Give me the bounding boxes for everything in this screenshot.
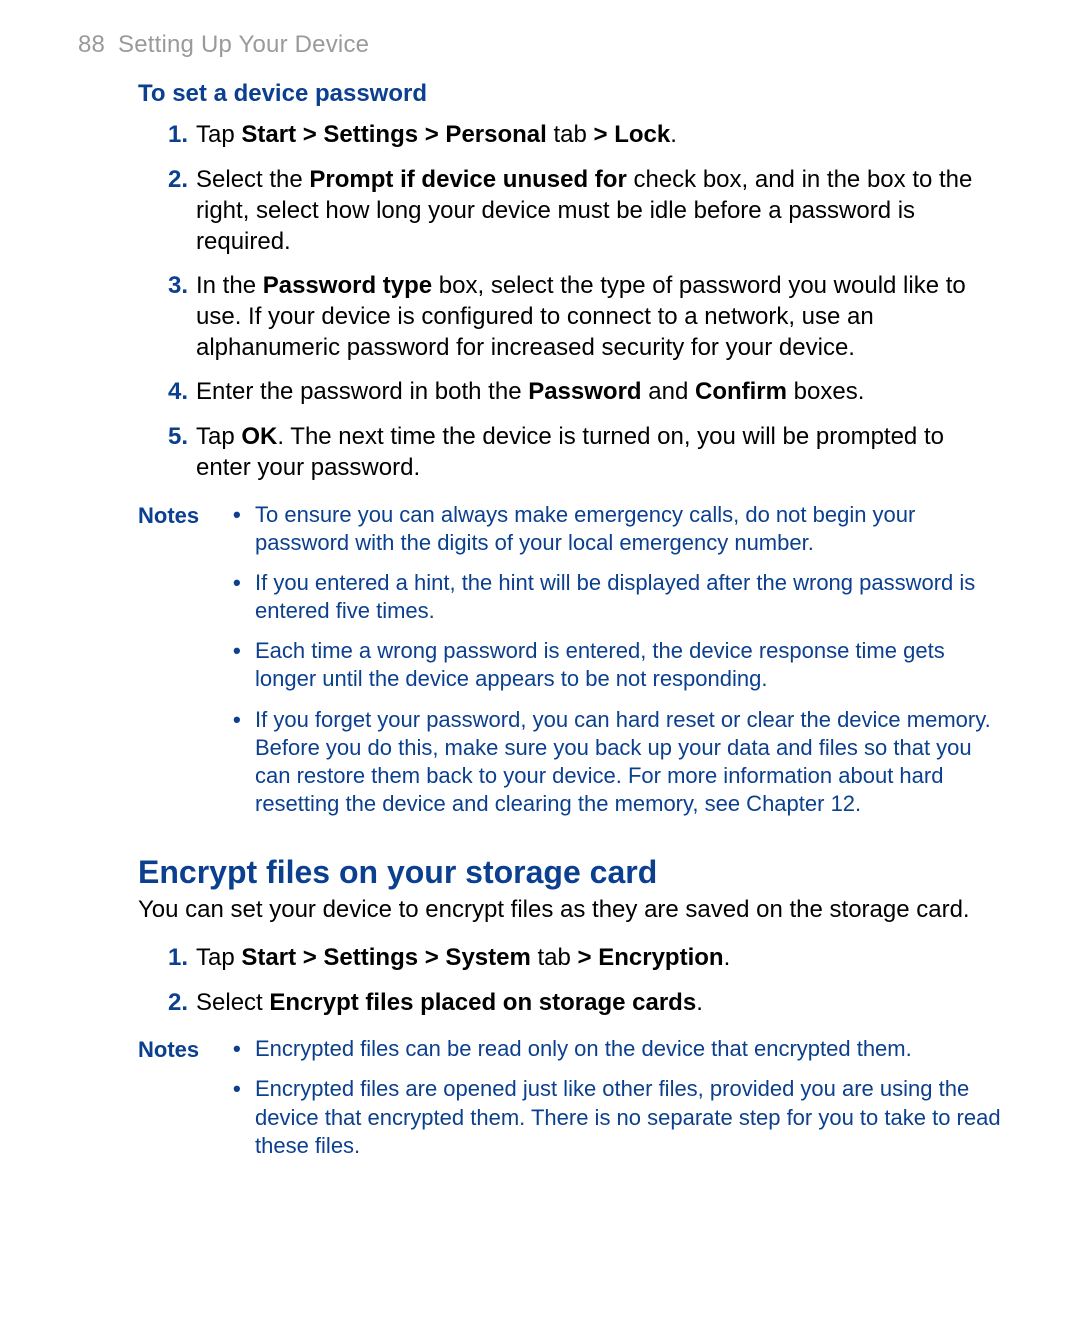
- bold-text: Password type: [263, 272, 432, 299]
- step-item: 1. Tap Start > Settings > System tab > En…: [78, 936, 1002, 981]
- bold-text: Password: [528, 378, 641, 405]
- step-text: Tap Start > Settings > System tab > Encr…: [196, 944, 730, 971]
- procedure-steps-1: 1. Tap Start > Settings > Personal tab > …: [78, 113, 1002, 490]
- step-number: 2.: [158, 988, 188, 1019]
- note-item: If you entered a hint, the hint will be …: [233, 569, 1002, 637]
- bold-text: Confirm: [695, 378, 787, 405]
- step-item: 2. Select the Prompt if device unused for…: [78, 158, 1002, 264]
- step-text: Select Encrypt files placed on storage c…: [196, 989, 703, 1016]
- running-header: 88 Setting Up Your Device: [78, 30, 1002, 61]
- notes-list-2: Encrypted files can be read only on the …: [233, 1035, 1002, 1172]
- page: 88 Setting Up Your Device To set a devic…: [0, 0, 1080, 1250]
- note-item: Each time a wrong password is entered, t…: [233, 637, 1002, 705]
- step-item: 4. Enter the password in both the Passwor…: [78, 370, 1002, 415]
- step-text: In the Password type box, select the typ…: [196, 272, 966, 360]
- section-intro-encrypt: You can set your device to encrypt files…: [138, 895, 1002, 926]
- step-number: 1.: [158, 120, 188, 151]
- chapter-title: Setting Up Your Device: [118, 31, 369, 58]
- bold-text: Encrypt files placed on storage cards: [269, 989, 696, 1016]
- note-item: If you forget your password, you can har…: [233, 706, 1002, 831]
- bold-text: OK: [241, 423, 277, 450]
- procedure-steps-2: 1. Tap Start > Settings > System tab > En…: [78, 936, 1002, 1025]
- bold-text: Start > Settings > Personal: [241, 121, 546, 148]
- step-number: 4.: [158, 377, 188, 408]
- note-item: Encrypted files can be read only on the …: [233, 1035, 1002, 1075]
- procedure-title-1: To set a device password: [138, 79, 1002, 110]
- step-number: 3.: [158, 271, 188, 302]
- step-text: Tap Start > Settings > Personal tab > Lo…: [196, 121, 677, 148]
- notes-label-2: Notes: [138, 1035, 233, 1172]
- bold-text: Start > Settings > System: [241, 944, 530, 971]
- bold-text: > Lock: [594, 121, 671, 148]
- step-text: Enter the password in both the Password …: [196, 378, 864, 405]
- notes-list-1: To ensure you can always make emergency …: [233, 501, 1002, 831]
- step-number: 2.: [158, 165, 188, 196]
- note-item: Encrypted files are opened just like oth…: [233, 1075, 1002, 1171]
- note-item: To ensure you can always make emergency …: [233, 501, 1002, 569]
- bold-text: Prompt if device unused for: [309, 166, 626, 193]
- step-item: 1. Tap Start > Settings > Personal tab > …: [78, 113, 1002, 158]
- step-item: 3. In the Password type box, select the t…: [78, 264, 1002, 370]
- step-number: 5.: [158, 422, 188, 453]
- notes-block-1: Notes To ensure you can always make emer…: [138, 501, 1002, 831]
- step-text: Select the Prompt if device unused for c…: [196, 166, 972, 254]
- step-item: 2. Select Encrypt files placed on storage…: [78, 981, 1002, 1026]
- step-text: Tap OK. The next time the device is turn…: [196, 423, 944, 481]
- notes-block-2: Notes Encrypted files can be read only o…: [138, 1035, 1002, 1172]
- page-number: 88: [78, 31, 105, 58]
- step-item: 5. Tap OK. The next time the device is tu…: [78, 415, 1002, 490]
- bold-text: > Encryption: [578, 944, 724, 971]
- step-number: 1.: [158, 943, 188, 974]
- section-title-encrypt: Encrypt files on your storage card: [138, 852, 1002, 893]
- notes-label-1: Notes: [138, 501, 233, 831]
